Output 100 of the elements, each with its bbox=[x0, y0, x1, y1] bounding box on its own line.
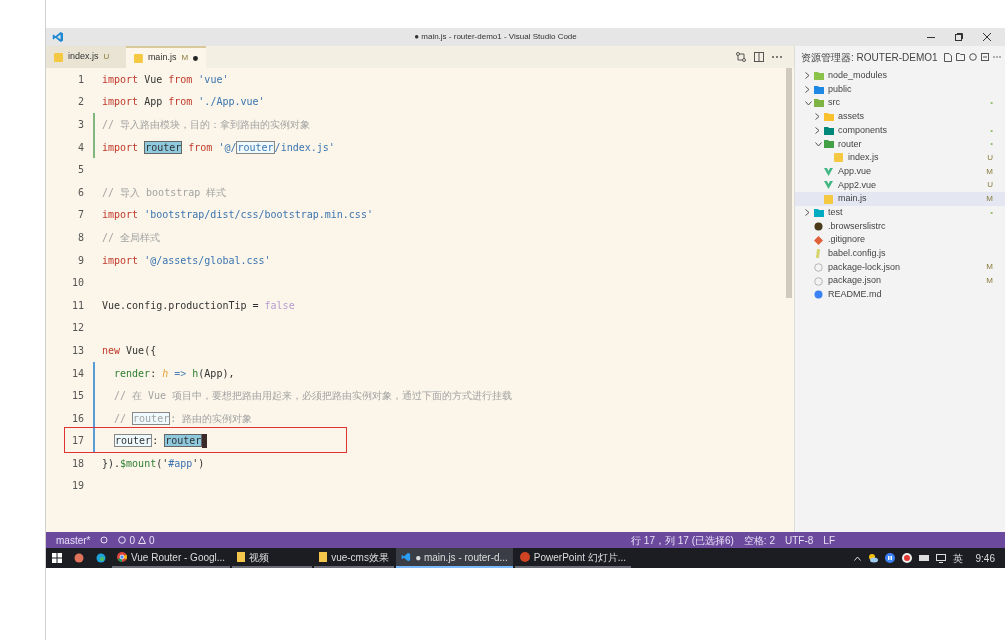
explorer-item[interactable]: public bbox=[795, 82, 1005, 97]
git-status: • bbox=[990, 97, 993, 110]
file-name: .gitignore bbox=[828, 233, 866, 247]
explorer-item[interactable]: node_modules bbox=[795, 69, 1005, 83]
git-status: • bbox=[990, 206, 993, 219]
taskbar-app[interactable]: ● main.js - router-d... bbox=[396, 548, 513, 568]
pause-icon[interactable] bbox=[884, 553, 895, 563]
line-number: 17 bbox=[70, 434, 85, 449]
explorer-item[interactable]: router • bbox=[795, 137, 1005, 152]
explorer-item[interactable]: src • bbox=[795, 96, 1005, 111]
js-file-icon bbox=[134, 53, 143, 63]
code-line: import Vue from 'vue' bbox=[102, 72, 230, 87]
app-icon[interactable] bbox=[74, 553, 84, 563]
git-status: U bbox=[987, 179, 993, 192]
window-title: ● main.js - router-demo1 - Visual Studio Code bbox=[414, 31, 577, 43]
code-line: router: router bbox=[102, 433, 702, 449]
minimize-icon[interactable] bbox=[927, 36, 935, 38]
explorer-item[interactable]: package.json M bbox=[795, 274, 1005, 288]
git-status: M bbox=[181, 52, 189, 64]
file-name: main.js bbox=[838, 192, 867, 206]
close-icon[interactable] bbox=[983, 33, 991, 41]
taskbar-app[interactable]: PowerPoint 幻灯片... bbox=[514, 548, 632, 568]
code-line: // router: 路由的实例对象 bbox=[113, 410, 254, 426]
info-file-icon bbox=[814, 290, 823, 300]
collapse-icon[interactable] bbox=[981, 53, 989, 61]
line-number: 19 bbox=[70, 479, 85, 494]
taskbar-app[interactable]: 视频 bbox=[232, 548, 313, 568]
new-file-icon[interactable] bbox=[944, 52, 952, 62]
split-editor-icon[interactable] bbox=[754, 52, 764, 62]
status-item[interactable]: LF bbox=[823, 532, 835, 548]
babel-file-icon bbox=[814, 249, 823, 259]
file-name: test bbox=[828, 205, 843, 219]
tab-label: index.js bbox=[68, 50, 99, 64]
chevron-up-icon[interactable] bbox=[853, 555, 861, 561]
code-line: import App from './App.vue' bbox=[102, 95, 266, 110]
line-number: 4 bbox=[76, 140, 85, 155]
refresh-icon[interactable] bbox=[969, 53, 977, 61]
js-file-icon bbox=[834, 153, 843, 163]
folder-icon bbox=[237, 552, 246, 562]
input-method[interactable]: 英 bbox=[952, 550, 963, 566]
explorer-item[interactable]: babel.config.js bbox=[795, 246, 1005, 261]
explorer-item[interactable]: test • bbox=[795, 205, 1005, 220]
code-line: import router from '@/router/index.js' bbox=[102, 139, 336, 155]
explorer-item[interactable]: index.js U bbox=[795, 151, 1005, 165]
taskbar-app[interactable]: vue-cms效果 bbox=[314, 548, 395, 568]
explorer-item[interactable]: App2.vue U bbox=[795, 178, 1005, 193]
file-name: src bbox=[828, 96, 840, 110]
explorer-item[interactable]: .browserslistrc bbox=[795, 219, 1005, 234]
explorer-item[interactable]: package-lock.json M bbox=[795, 260, 1005, 275]
explorer-item[interactable]: App.vue M bbox=[795, 164, 1005, 179]
code-line: new Vue({ bbox=[102, 343, 158, 358]
git-status: M bbox=[986, 193, 993, 206]
sync-icon[interactable] bbox=[100, 536, 109, 544]
line-number: 13 bbox=[70, 343, 85, 358]
line-number: 14 bbox=[70, 366, 85, 381]
git-status: U bbox=[987, 151, 993, 164]
file-name: index.js bbox=[848, 151, 879, 165]
file-name: babel.config.js bbox=[828, 247, 886, 261]
folder-icon bbox=[814, 208, 824, 217]
status-item[interactable]: 空格: 2 bbox=[743, 532, 775, 548]
editor-tab[interactable]: index.js U bbox=[46, 46, 126, 68]
taskbar-app[interactable]: Vue Router - Googl... bbox=[112, 548, 231, 568]
edge-icon[interactable] bbox=[96, 553, 106, 563]
git-status: • bbox=[990, 124, 993, 137]
new-folder-icon[interactable] bbox=[956, 53, 965, 61]
file-name: node_modules bbox=[828, 69, 888, 83]
explorer-item[interactable]: .gitignore bbox=[795, 233, 1005, 247]
git-status: M bbox=[986, 261, 993, 274]
explorer-item[interactable]: assets bbox=[795, 110, 1005, 124]
windows-start-icon[interactable] bbox=[52, 553, 62, 563]
line-number: 16 bbox=[70, 411, 85, 426]
explorer-item[interactable]: components • bbox=[795, 123, 1005, 138]
file-name: App.vue bbox=[838, 164, 872, 178]
file-name: router bbox=[838, 137, 862, 151]
folder-icon bbox=[319, 552, 328, 562]
record-icon[interactable] bbox=[901, 553, 912, 563]
line-number: 15 bbox=[70, 389, 85, 404]
code-line: }).$mount('#app') bbox=[102, 456, 206, 471]
editor-tab[interactable]: main.js M bbox=[126, 46, 206, 68]
line-number: 18 bbox=[70, 456, 85, 471]
status-item[interactable]: 行 17，列 17 (已选择6) bbox=[631, 532, 734, 548]
scrollbar[interactable] bbox=[786, 68, 792, 298]
explorer-title: 资源管理器: ROUTER-DEMO1 bbox=[801, 50, 938, 65]
line-number: 7 bbox=[76, 208, 85, 223]
explorer-item[interactable]: README.md bbox=[795, 288, 1005, 302]
vscode-icon bbox=[401, 552, 412, 562]
line-number: 5 bbox=[76, 163, 85, 178]
branch-status[interactable]: master* bbox=[56, 532, 91, 548]
code-line: // 全局样式 bbox=[102, 230, 162, 245]
battery-icon[interactable] bbox=[918, 555, 929, 561]
weather-icon[interactable] bbox=[867, 553, 878, 563]
clock[interactable]: 9:46 bbox=[975, 550, 995, 566]
line-number: 2 bbox=[76, 95, 85, 110]
status-item[interactable]: UTF-8 bbox=[785, 532, 814, 548]
maximize-icon[interactable] bbox=[955, 33, 963, 41]
compare-icon[interactable] bbox=[736, 52, 746, 62]
explorer-item[interactable]: main.js M bbox=[795, 192, 1005, 206]
monitor-icon[interactable] bbox=[935, 553, 946, 563]
file-name: public bbox=[828, 82, 852, 96]
line-number: 3 bbox=[76, 118, 85, 132]
